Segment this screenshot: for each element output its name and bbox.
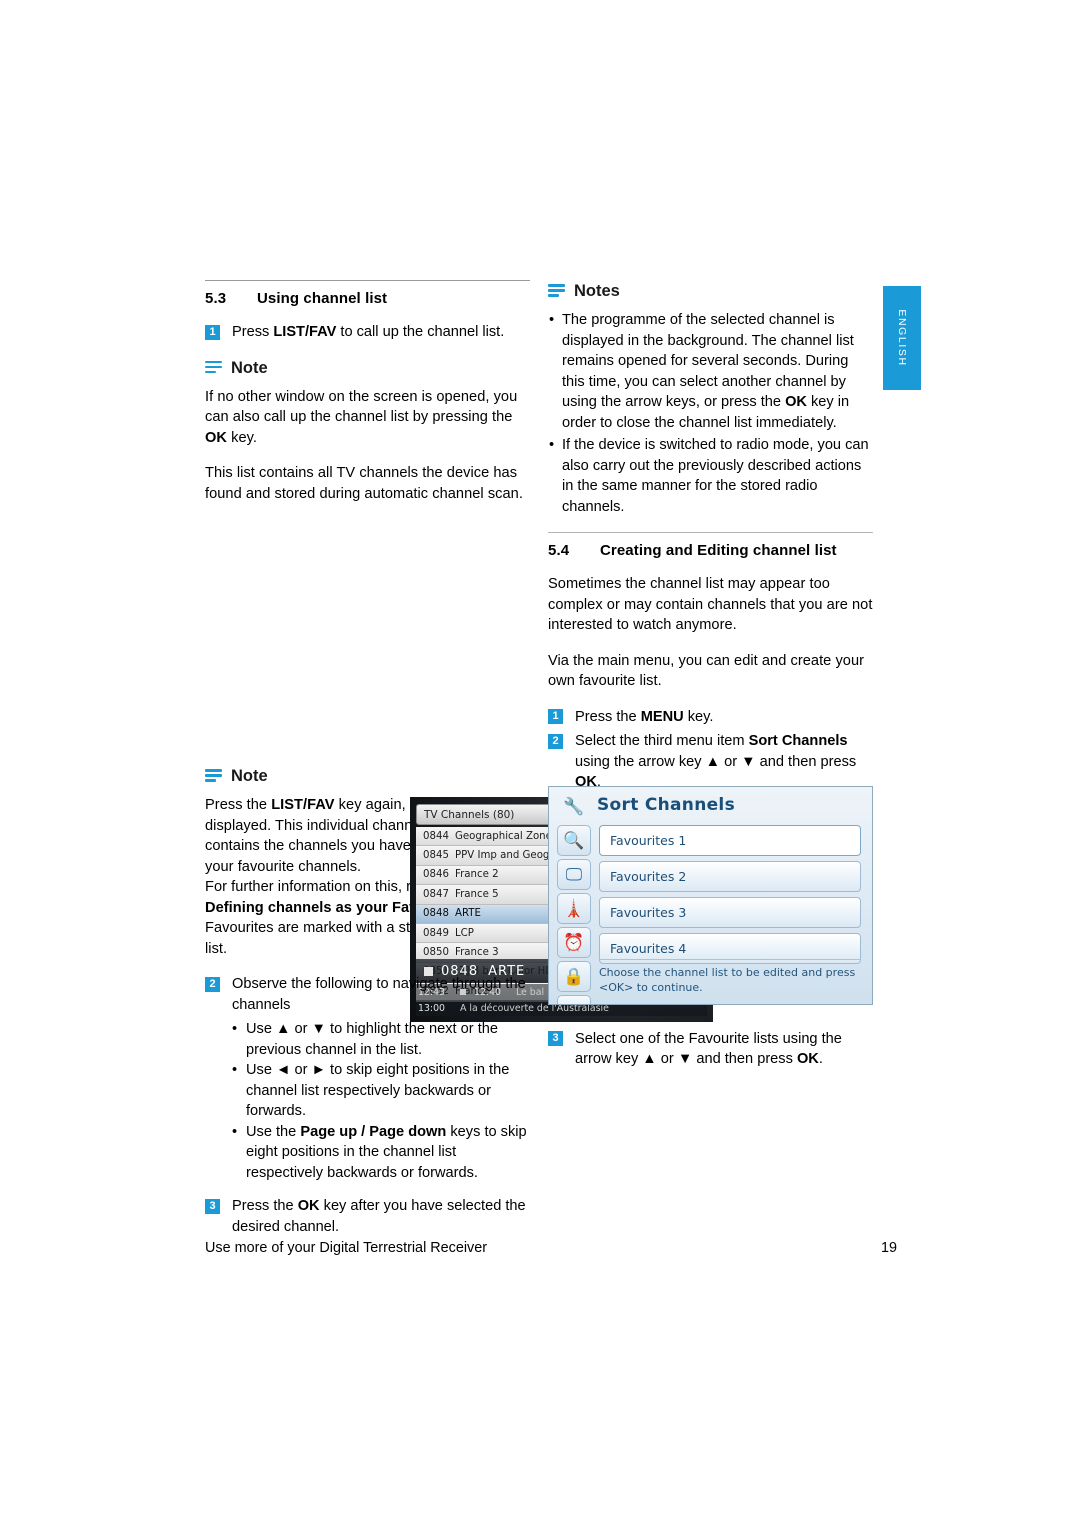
note-label: Note [231, 358, 268, 377]
note-icon [548, 284, 565, 299]
key-ok: OK [297, 1198, 320, 1214]
clock-icon: ⏰ [557, 927, 591, 958]
channel-number: 0847 [423, 888, 449, 900]
section-rule [205, 280, 530, 281]
step-text-c: key. [683, 708, 714, 725]
key-ok: OK [785, 394, 807, 410]
step-text-a: Press the [575, 708, 641, 725]
notes-bullets: The programme of the selected channel is… [548, 310, 873, 517]
sort-channels-help-text: Choose the channel list to be edited and… [599, 959, 861, 995]
list-item-favourites-1[interactable]: Favourites 1 [599, 825, 861, 856]
step-text-after: to call up the channel list. [336, 324, 505, 340]
key-list-fav: LIST/FAV [273, 324, 337, 340]
tv-list-title: TV Channels (80) [424, 808, 515, 821]
note-icon [205, 360, 222, 376]
manual-page: ENGLISH 5.3 Using channel list 1 Press LI… [0, 0, 1080, 1528]
list-item: Use ▲ or ▼ to highlight the next or the … [232, 1019, 530, 1060]
right-paragraph-2: Via the main menu, you can edit and crea… [548, 652, 865, 690]
list-item: Use the Page up / Page down keys to skip… [232, 1122, 530, 1184]
step-press-ok: 3 Press the OK key after you have select… [205, 1196, 530, 1237]
section-rule [548, 532, 873, 533]
menu-item-sort-channels: Sort Channels [748, 733, 848, 749]
sort-channels-title: Sort Channels [597, 795, 735, 815]
step-list-fav: 1 Press LIST/FAV to call up the channel … [205, 322, 530, 343]
step-number: 2 [548, 733, 563, 749]
key-ok: OK [205, 429, 227, 446]
sort-channels-screenshot: 🔧 🔍 🖵 🗼 ⏰ 🔒 ◇ Sort Channels Favourites 1… [548, 786, 873, 1005]
channel-number: 0848 [423, 908, 449, 920]
lock-icon: 🔒 [557, 961, 591, 992]
section-number: 5.3 [205, 290, 227, 307]
language-side-tab: ENGLISH [883, 286, 921, 390]
section-number: 5.4 [548, 542, 570, 559]
channel-number: 0844 [423, 830, 449, 842]
step-number: 1 [548, 709, 563, 724]
list-item: The programme of the selected channel is… [548, 310, 873, 433]
key-ok: OK [796, 1051, 819, 1067]
step-press-menu: 1 Press the MENU key. [548, 707, 873, 728]
language-side-tab-label: ENGLISH [896, 309, 908, 367]
section-heading-5-3: 5.3 Using channel list [205, 290, 530, 308]
step-text-c: using the arrow key ▲ or ▼ and then pres… [575, 753, 857, 770]
section-title: Using channel list [257, 290, 388, 307]
page-number: 19 [880, 1240, 897, 1256]
footer-text: Use more of your Digital Terrestrial Rec… [205, 1240, 488, 1256]
step-text-a: Press the [232, 1198, 298, 1214]
key-menu: MENU [640, 708, 684, 725]
step-number: 2 [205, 976, 220, 992]
channel-number: 0849 [423, 927, 449, 939]
diamond-icon: ◇ [557, 995, 591, 1004]
key-list-fav: LIST/FAV [271, 797, 335, 813]
tv-icon: 🖵 [557, 859, 591, 890]
step-number: 3 [548, 1031, 563, 1046]
antenna-icon: 🗼 [557, 893, 591, 924]
list-item: If the device is switched to radio mode,… [548, 435, 873, 517]
step-select-favourite-list: 3 Select one of the Favourite lists usin… [548, 1029, 873, 1070]
channel-number: 0845 [423, 850, 449, 862]
note-heading-2: Note [205, 767, 530, 786]
key-page-up-down: Page up / Page down [300, 1123, 447, 1140]
search-icon: 🔍 [557, 825, 591, 856]
note-icon [205, 769, 222, 784]
step-select-sort-channels: 2 Select the third menu item Sort Channe… [548, 731, 873, 793]
left-column: 5.3 Using channel list 1 Press LIST/FAV t… [205, 280, 713, 1241]
step-number: 3 [205, 1198, 220, 1214]
note-heading-1: Note [205, 359, 530, 378]
notes-label: Notes [574, 282, 620, 300]
list-item: Use ◄ or ► to skip eight positions in th… [232, 1060, 530, 1122]
channel-number: 0846 [423, 869, 449, 881]
section-title: Creating and Editing channel list [600, 542, 837, 559]
step-text: Observe the following to navigate throug… [232, 976, 526, 1013]
page-footer: Use more of your Digital Terrestrial Rec… [205, 1240, 897, 1256]
step-text-c: . [818, 1051, 823, 1067]
step-text-before: Press [232, 324, 274, 340]
note2-text-a: Press the [205, 797, 272, 813]
step-navigate-channels: 2 Observe the following to navigate thro… [205, 974, 530, 1015]
sort-channels-icon-rail: 🔧 🔍 🖵 🗼 ⏰ 🔒 ◇ [557, 791, 595, 1004]
list-item-favourites-3[interactable]: Favourites 3 [599, 897, 861, 928]
notes-heading: Notes [548, 282, 873, 301]
right-paragraph-1: Sometimes the channel list may appear to… [548, 576, 873, 633]
note-1-body: If no other window on the screen is open… [205, 388, 518, 446]
navigation-bullets: Use ▲ or ▼ to highlight the next or the … [205, 1019, 530, 1183]
channel-number: 0850 [423, 947, 449, 959]
step-number: 1 [205, 324, 220, 340]
favourite-list-items: Favourites 1 Favourites 2 Favourites 3 F… [599, 825, 861, 969]
list-item-favourites-2[interactable]: Favourites 2 [599, 861, 861, 892]
left-paragraph-1: This list contains all TV channels the d… [205, 465, 523, 502]
step-text-a: Select the third menu item [575, 733, 749, 749]
section-heading-5-4: 5.4 Creating and Editing channel list [548, 542, 873, 560]
tools-icon: 🔧 [563, 796, 585, 817]
note-label: Note [231, 767, 268, 785]
